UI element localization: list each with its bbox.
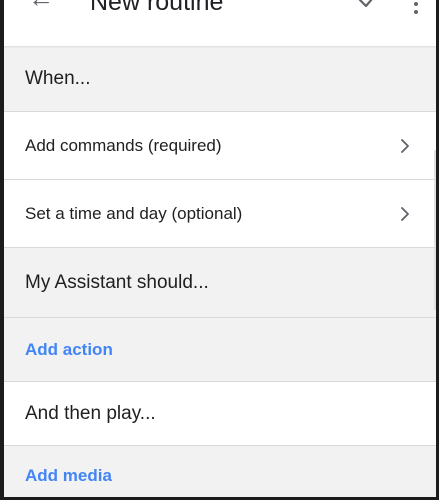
add-action-link[interactable]: Add action xyxy=(25,340,113,360)
app-frame: ← New routine When... Add commands (requ… xyxy=(0,0,439,500)
check-icon[interactable] xyxy=(357,0,381,11)
add-commands-row[interactable]: Add commands (required) xyxy=(4,112,436,180)
page-title: New routine xyxy=(90,0,224,16)
section-header-when-label: When... xyxy=(25,67,91,89)
section-header-assistant-label: My Assistant should... xyxy=(25,271,209,293)
add-action-row[interactable]: Add action xyxy=(4,318,436,382)
set-time-row[interactable]: Set a time and day (optional) xyxy=(4,180,436,248)
section-header-when: When... xyxy=(4,46,436,112)
add-media-link[interactable]: Add media xyxy=(25,466,112,486)
section-header-assistant: My Assistant should... xyxy=(4,248,436,318)
more-vert-icon[interactable] xyxy=(411,0,421,16)
add-media-row[interactable]: Add media xyxy=(4,446,436,497)
add-commands-label: Add commands (required) xyxy=(25,135,222,155)
scrollbar[interactable] xyxy=(434,150,436,310)
section-header-then-play: And then play... xyxy=(4,382,436,446)
chevron-right-icon xyxy=(401,138,409,153)
section-header-then-play-label: And then play... xyxy=(25,402,156,424)
set-time-label: Set a time and day (optional) xyxy=(25,203,243,223)
back-arrow-icon[interactable]: ← xyxy=(28,0,56,12)
chevron-right-icon xyxy=(401,206,409,221)
top-app-bar: ← New routine xyxy=(4,0,436,46)
